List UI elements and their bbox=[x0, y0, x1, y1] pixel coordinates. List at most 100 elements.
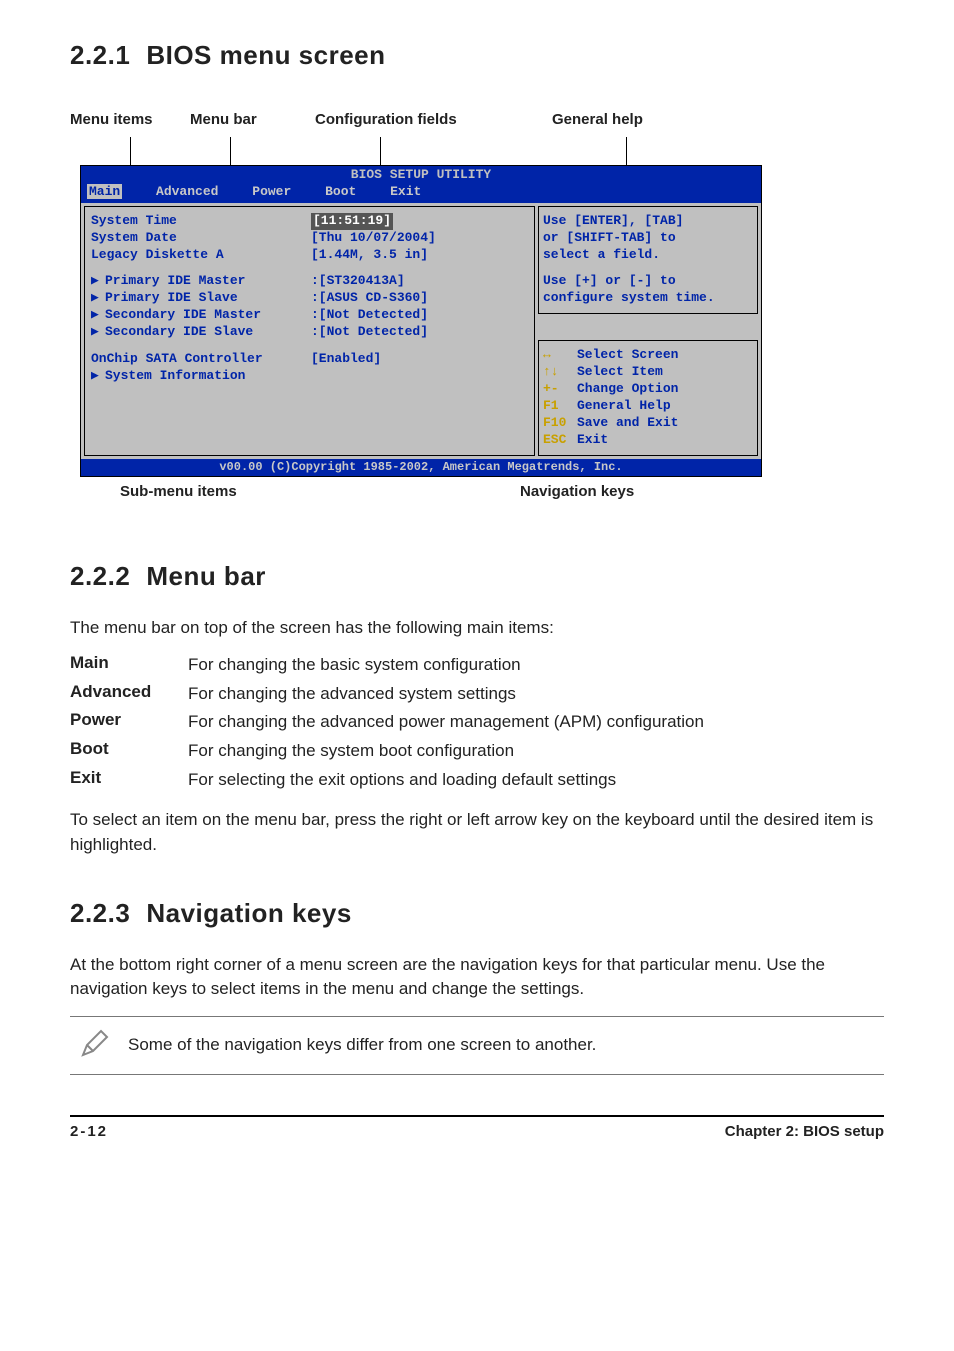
bios-label: System Information bbox=[105, 368, 245, 383]
bios-label: Legacy Diskette A bbox=[91, 247, 311, 264]
help-line: Use [ENTER], [TAB] bbox=[543, 213, 753, 230]
page-number: 2-12 bbox=[70, 1123, 108, 1140]
def-row: Boot For changing the system boot config… bbox=[70, 739, 884, 764]
bios-copyright: v00.00 (C)Copyright 1985-2002, American … bbox=[81, 459, 761, 477]
bios-row-legacy-diskette[interactable]: Legacy Diskette A [1.44M, 3.5 in] bbox=[91, 247, 528, 264]
annotation-menu-items: Menu items bbox=[70, 111, 153, 128]
navkey-desc: Exit bbox=[577, 432, 608, 447]
bios-menu-main[interactable]: Main bbox=[87, 184, 122, 199]
def-row: Power For changing the advanced power ma… bbox=[70, 710, 884, 735]
menubar-def-table: Main For changing the basic system confi… bbox=[70, 653, 884, 792]
annotation-submenu-items: Sub-menu items bbox=[120, 483, 237, 500]
bios-menu-boot[interactable]: Boot bbox=[325, 184, 356, 199]
bios-label: Secondary IDE Master bbox=[105, 307, 261, 322]
annotation-navigation-keys: Navigation keys bbox=[520, 483, 634, 500]
bios-menu-exit[interactable]: Exit bbox=[390, 184, 421, 199]
heading-221-num: 2.2.1 bbox=[70, 40, 130, 71]
bios-navkeys-box: ↔Select Screen ↑↓Select Item +-Change Op… bbox=[538, 340, 758, 455]
bios-value: :[ASUS CD-S360] bbox=[311, 290, 428, 307]
heading-222-num: 2.2.2 bbox=[70, 561, 130, 592]
heading-222-title: Menu bar bbox=[146, 561, 266, 591]
navkey-row: F10Save and Exit bbox=[543, 415, 753, 432]
submenu-arrow-icon: ▶ bbox=[91, 273, 105, 290]
bios-menu-power[interactable]: Power bbox=[252, 184, 291, 199]
bios-label: OnChip SATA Controller bbox=[91, 351, 311, 368]
heading-222: 2.2.2 Menu bar bbox=[70, 561, 884, 592]
navkey-row: ↔Select Screen bbox=[543, 347, 753, 364]
bios-label: Primary IDE Slave bbox=[105, 290, 238, 305]
def-row: Exit For selecting the exit options and … bbox=[70, 768, 884, 793]
heading-223-num: 2.2.3 bbox=[70, 898, 130, 929]
note-box: Some of the navigation keys differ from … bbox=[70, 1016, 884, 1075]
pencil-icon bbox=[70, 1027, 120, 1064]
submenu-arrow-icon: ▶ bbox=[91, 324, 105, 341]
bios-value: :[Not Detected] bbox=[311, 307, 428, 324]
navkey-key: ↔ bbox=[543, 347, 577, 364]
page-footer: 2-12 Chapter 2: BIOS setup bbox=[70, 1115, 884, 1140]
bios-row-sysinfo[interactable]: ▶System Information bbox=[91, 368, 528, 385]
navkey-key: F1 bbox=[543, 398, 577, 415]
navkey-row: +-Change Option bbox=[543, 381, 753, 398]
heading-221-title: BIOS menu screen bbox=[146, 40, 385, 70]
def-term: Main bbox=[70, 653, 188, 678]
help-line: Use [+] or [-] to bbox=[543, 273, 753, 290]
heading-223: 2.2.3 Navigation keys bbox=[70, 898, 884, 929]
navkey-desc: Change Option bbox=[577, 381, 678, 396]
bios-row-pri-slave[interactable]: ▶Primary IDE Slave :[ASUS CD-S360] bbox=[91, 290, 528, 307]
navkey-row: F1General Help bbox=[543, 398, 753, 415]
bios-right-pane: Use [ENTER], [TAB] or [SHIFT-TAB] to sel… bbox=[538, 206, 758, 456]
submenu-arrow-icon: ▶ bbox=[91, 307, 105, 324]
navkey-key: ESC bbox=[543, 432, 577, 449]
bios-left-pane: System Time [11:51:19] System Date [Thu … bbox=[84, 206, 535, 456]
bios-value: [Thu 10/07/2004] bbox=[311, 230, 436, 247]
annotation-menu-bar: Menu bar bbox=[190, 111, 257, 128]
bios-value: [Enabled] bbox=[311, 351, 381, 368]
help-line: or [SHIFT-TAB] to bbox=[543, 230, 753, 247]
bios-label: Primary IDE Master bbox=[105, 273, 245, 288]
bios-value: [1.44M, 3.5 in] bbox=[311, 247, 428, 264]
leader-lines bbox=[70, 137, 884, 165]
def-term: Power bbox=[70, 710, 188, 735]
def-desc: For changing the advanced system setting… bbox=[188, 682, 884, 707]
navkey-key: ↑↓ bbox=[543, 364, 577, 381]
heading-221: 2.2.1 BIOS menu screen bbox=[70, 40, 884, 71]
navkey-row: ESCExit bbox=[543, 432, 753, 449]
submenu-arrow-icon: ▶ bbox=[91, 290, 105, 307]
bios-help-box: Use [ENTER], [TAB] or [SHIFT-TAB] to sel… bbox=[538, 206, 758, 314]
menubar-note: To select an item on the menu bar, press… bbox=[70, 808, 884, 857]
bios-menu-advanced[interactable]: Advanced bbox=[156, 184, 218, 199]
annotation-general-help: General help bbox=[552, 111, 643, 128]
bios-screenshot: BIOS SETUP UTILITY Main Advanced Power B… bbox=[80, 165, 762, 477]
menubar-intro: The menu bar on top of the screen has th… bbox=[70, 616, 884, 641]
heading-223-title: Navigation keys bbox=[146, 898, 351, 928]
bios-row-system-date[interactable]: System Date [Thu 10/07/2004] bbox=[91, 230, 528, 247]
bios-menubar: Main Advanced Power Boot Exit bbox=[81, 184, 761, 203]
navkey-row: ↑↓Select Item bbox=[543, 364, 753, 381]
bios-value: :[Not Detected] bbox=[311, 324, 428, 341]
top-annotations: Menu items Menu bar Configuration fields… bbox=[70, 111, 884, 131]
bios-row-onchip-sata[interactable]: OnChip SATA Controller [Enabled] bbox=[91, 351, 528, 368]
def-row: Advanced For changing the advanced syste… bbox=[70, 682, 884, 707]
bios-title: BIOS SETUP UTILITY bbox=[81, 166, 761, 184]
navkey-desc: Save and Exit bbox=[577, 415, 678, 430]
help-line: select a field. bbox=[543, 247, 753, 264]
bios-label: System Date bbox=[91, 230, 311, 247]
navkey-desc: General Help bbox=[577, 398, 671, 413]
bios-row-sec-slave[interactable]: ▶Secondary IDE Slave :[Not Detected] bbox=[91, 324, 528, 341]
chapter-label: Chapter 2: BIOS setup bbox=[725, 1123, 884, 1140]
navkeys-para: At the bottom right corner of a menu scr… bbox=[70, 953, 884, 1002]
bios-value-selected: [11:51:19] bbox=[311, 213, 393, 230]
bios-label: Secondary IDE Slave bbox=[105, 324, 253, 339]
def-term: Boot bbox=[70, 739, 188, 764]
bios-row-sec-master[interactable]: ▶Secondary IDE Master :[Not Detected] bbox=[91, 307, 528, 324]
def-desc: For changing the basic system configurat… bbox=[188, 653, 884, 678]
def-desc: For selecting the exit options and loadi… bbox=[188, 768, 884, 793]
bios-row-system-time[interactable]: System Time [11:51:19] bbox=[91, 213, 528, 230]
bios-value: :[ST320413A] bbox=[311, 273, 405, 290]
navkey-key: +- bbox=[543, 381, 577, 398]
def-desc: For changing the system boot configurati… bbox=[188, 739, 884, 764]
note-text: Some of the navigation keys differ from … bbox=[120, 1035, 884, 1055]
bios-row-pri-master[interactable]: ▶Primary IDE Master :[ST320413A] bbox=[91, 273, 528, 290]
def-desc: For changing the advanced power manageme… bbox=[188, 710, 884, 735]
help-line: configure system time. bbox=[543, 290, 753, 307]
